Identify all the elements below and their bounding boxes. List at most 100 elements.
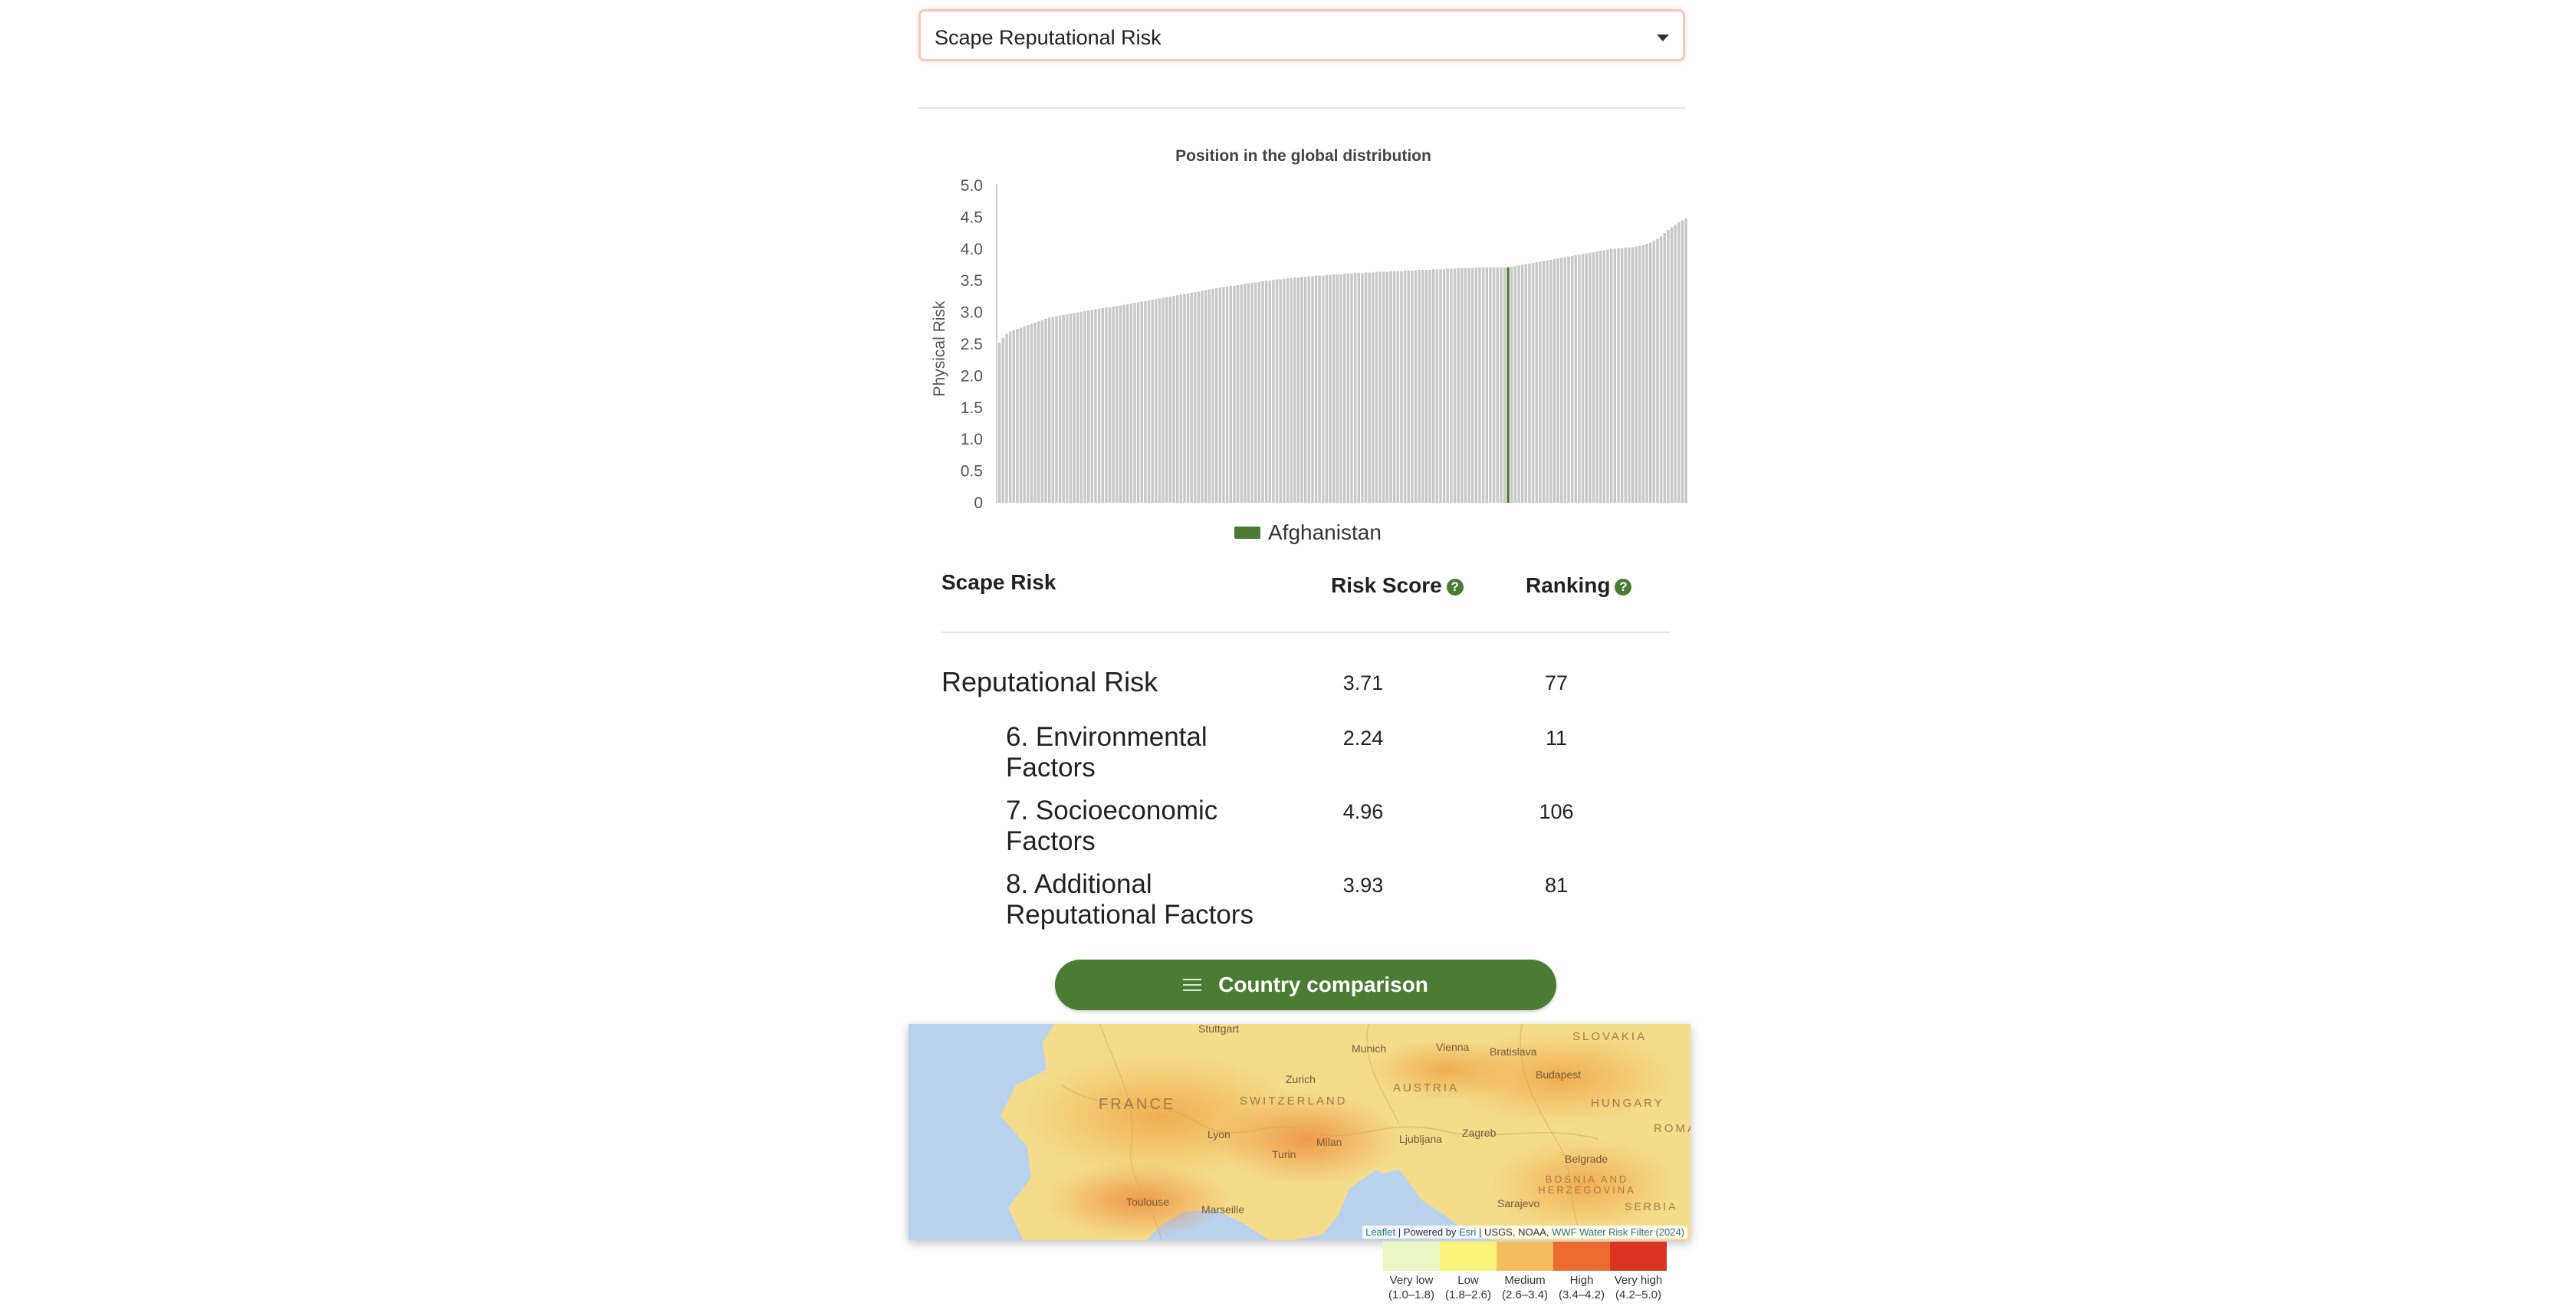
- bar[interactable]: [1520, 264, 1524, 504]
- bar[interactable]: [1403, 270, 1407, 503]
- bar[interactable]: [1599, 251, 1602, 503]
- bar[interactable]: [1428, 270, 1431, 503]
- bar[interactable]: [1214, 288, 1218, 503]
- bar[interactable]: [1439, 269, 1442, 503]
- bar[interactable]: [1155, 299, 1158, 503]
- bar[interactable]: [1229, 285, 1232, 503]
- bar[interactable]: [1442, 269, 1446, 503]
- bar[interactable]: [1162, 297, 1165, 503]
- bar[interactable]: [1453, 268, 1457, 503]
- bar[interactable]: [1677, 222, 1681, 503]
- bar[interactable]: [1204, 290, 1208, 503]
- bar[interactable]: [1435, 269, 1439, 503]
- risk-type-dropdown[interactable]: Scape Reputational Risk: [918, 9, 1685, 61]
- bar[interactable]: [1290, 277, 1293, 503]
- bar[interactable]: [1396, 271, 1400, 503]
- bar[interactable]: [1460, 267, 1464, 503]
- bar[interactable]: [1524, 264, 1528, 503]
- bar[interactable]: [1389, 271, 1392, 503]
- bar[interactable]: [1051, 317, 1055, 503]
- bar[interactable]: [1055, 316, 1058, 503]
- bar[interactable]: [1108, 307, 1112, 503]
- bar[interactable]: [1008, 331, 1012, 503]
- bar[interactable]: [1613, 248, 1617, 503]
- bar[interactable]: [1424, 270, 1428, 503]
- bar[interactable]: [1105, 307, 1108, 503]
- bar[interactable]: [1382, 271, 1385, 503]
- bar[interactable]: [1086, 310, 1090, 503]
- bar[interactable]: [1144, 300, 1147, 503]
- bar[interactable]: [1407, 270, 1410, 503]
- bar[interactable]: [1635, 246, 1638, 503]
- bar[interactable]: [1218, 287, 1222, 503]
- bar[interactable]: [1595, 251, 1598, 503]
- bar[interactable]: [1066, 314, 1069, 503]
- bar[interactable]: [1659, 236, 1663, 503]
- bar[interactable]: [1552, 259, 1556, 503]
- bar[interactable]: [1631, 247, 1635, 503]
- bar[interactable]: [1119, 305, 1122, 503]
- bar[interactable]: [1563, 257, 1567, 503]
- bar[interactable]: [1133, 303, 1136, 503]
- bar[interactable]: [1047, 317, 1051, 503]
- bar[interactable]: [1136, 302, 1140, 503]
- bar[interactable]: [1296, 277, 1300, 503]
- bar[interactable]: [1076, 312, 1079, 503]
- bar[interactable]: [1027, 325, 1030, 503]
- bar[interactable]: [1450, 268, 1453, 503]
- bar[interactable]: [1411, 270, 1414, 503]
- bar[interactable]: [1471, 267, 1474, 503]
- bar[interactable]: [1648, 242, 1652, 503]
- bar[interactable]: [1016, 329, 1019, 503]
- bar[interactable]: [1044, 318, 1047, 503]
- bar[interactable]: [1101, 307, 1104, 503]
- bar[interactable]: [1175, 295, 1179, 503]
- bar[interactable]: [1005, 333, 1008, 503]
- bar[interactable]: [1307, 276, 1311, 503]
- bar[interactable]: [998, 343, 1001, 503]
- bar[interactable]: [1350, 274, 1353, 503]
- bar[interactable]: [1375, 271, 1378, 503]
- bar[interactable]: [1474, 267, 1478, 503]
- bar[interactable]: [1318, 275, 1321, 503]
- bar[interactable]: [1539, 261, 1542, 503]
- bar[interactable]: [1652, 241, 1656, 503]
- help-icon[interactable]: ?: [1446, 579, 1464, 596]
- bar[interactable]: [1037, 321, 1040, 503]
- bar[interactable]: [1329, 274, 1332, 503]
- bar[interactable]: [1250, 282, 1254, 503]
- bar[interactable]: [1073, 313, 1076, 503]
- bar[interactable]: [1240, 284, 1243, 503]
- bar[interactable]: [1272, 280, 1275, 503]
- bar[interactable]: [1190, 292, 1193, 503]
- bar[interactable]: [1311, 276, 1314, 503]
- bar[interactable]: [1257, 281, 1261, 503]
- bar[interactable]: [1361, 273, 1364, 503]
- bar[interactable]: [1609, 248, 1613, 503]
- bar[interactable]: [1542, 261, 1546, 503]
- bar[interactable]: [1261, 281, 1264, 503]
- bar[interactable]: [1368, 272, 1371, 503]
- bar[interactable]: [1567, 256, 1570, 503]
- bar[interactable]: [1332, 274, 1336, 503]
- bar[interactable]: [1531, 263, 1535, 503]
- bar[interactable]: [1357, 273, 1360, 503]
- bar[interactable]: [1279, 279, 1282, 503]
- bar[interactable]: [1581, 254, 1585, 503]
- bar[interactable]: [1556, 258, 1559, 503]
- bar[interactable]: [1446, 268, 1449, 503]
- bar[interactable]: [1194, 292, 1197, 503]
- bar[interactable]: [1208, 289, 1211, 503]
- bar-highlight[interactable]: [1506, 267, 1510, 503]
- bar[interactable]: [1457, 267, 1460, 503]
- bar[interactable]: [1116, 306, 1119, 503]
- bar[interactable]: [1264, 281, 1268, 503]
- bar[interactable]: [1019, 327, 1023, 503]
- bar[interactable]: [1353, 273, 1357, 503]
- bar[interactable]: [1186, 293, 1190, 503]
- bar[interactable]: [1343, 274, 1346, 503]
- bar[interactable]: [1097, 308, 1101, 503]
- bar[interactable]: [1122, 304, 1125, 503]
- bar[interactable]: [1606, 249, 1609, 503]
- bar[interactable]: [1211, 288, 1214, 503]
